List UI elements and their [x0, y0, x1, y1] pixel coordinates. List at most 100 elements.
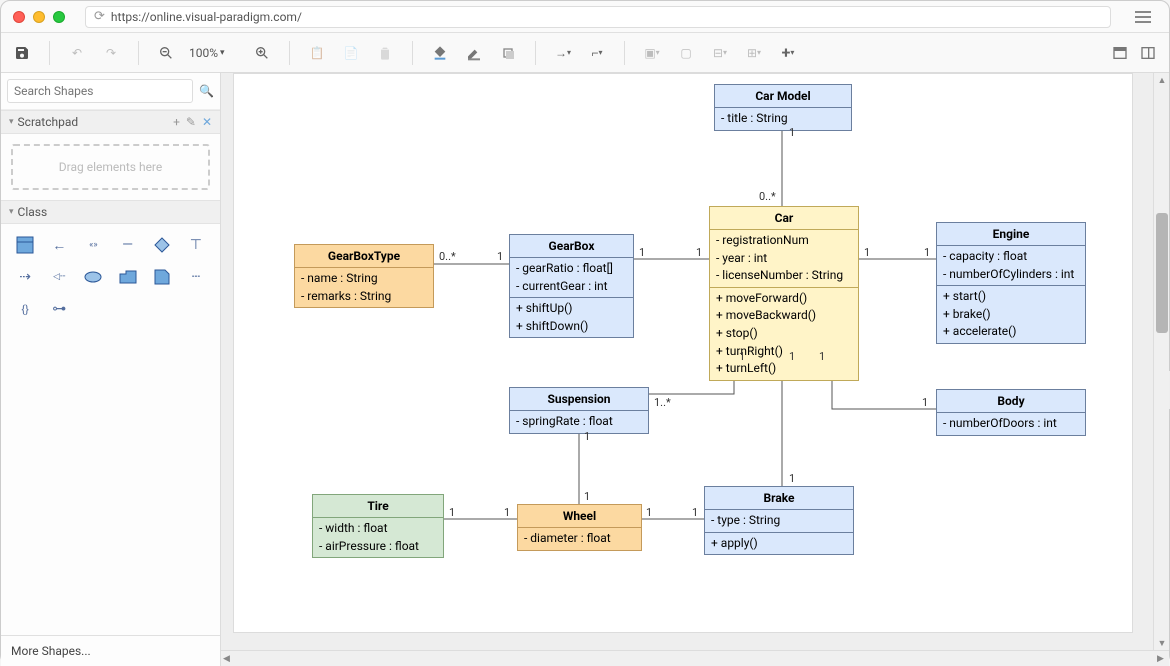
- search-icon[interactable]: 🔍: [199, 84, 214, 98]
- class-attr: - numberOfDoors : int: [943, 415, 1079, 433]
- class-attr: - name : String: [301, 270, 427, 288]
- hamburger-menu-icon[interactable]: [1129, 6, 1157, 28]
- shape-class[interactable]: [11, 232, 39, 258]
- multiplicity-label: 1: [646, 506, 652, 519]
- canvas-area[interactable]: Car Model - title : String Car - registr…: [221, 73, 1169, 666]
- multiplicity-label: 1: [692, 506, 698, 519]
- shape-interface[interactable]: «»: [79, 232, 107, 258]
- add-button[interactable]: +▾: [777, 42, 799, 64]
- shape-package[interactable]: [113, 264, 141, 290]
- scroll-down-arrow-icon[interactable]: ▼: [1157, 638, 1167, 648]
- more-shapes-label: More Shapes...: [11, 644, 91, 658]
- class-name: Body: [937, 390, 1085, 412]
- trash-icon: [377, 45, 393, 61]
- class-op: + start(): [943, 288, 1079, 306]
- scratchpad-drop-zone[interactable]: Drag elements here: [11, 144, 210, 190]
- to-back-button[interactable]: ▢: [675, 42, 697, 64]
- multiplicity-label: 1: [497, 250, 503, 263]
- zoom-level-dropdown[interactable]: 100% ▾: [189, 46, 239, 60]
- class-box-tire[interactable]: Tire - width : float - airPressure : flo…: [312, 494, 444, 558]
- shape-constraint[interactable]: {}: [11, 296, 39, 322]
- connector-style-button[interactable]: →▾: [552, 42, 574, 64]
- caret-down-icon: ▾: [9, 207, 14, 217]
- paste-button[interactable]: 📄: [340, 42, 362, 64]
- class-attr: - width : float: [319, 520, 437, 538]
- shape-association[interactable]: ←: [45, 232, 73, 258]
- shape-dashed[interactable]: ┄: [182, 264, 210, 290]
- class-attr: - licenseNumber : String: [716, 267, 852, 285]
- shape-dependency[interactable]: ⇢: [11, 264, 39, 290]
- vertical-scrollbar[interactable]: ▲ ▼: [1153, 73, 1169, 650]
- redo-button[interactable]: ↷: [100, 42, 122, 64]
- window-chrome: ⟳ https://online.visual-paradigm.com/: [1, 1, 1169, 33]
- scratchpad-add-icon[interactable]: +: [173, 115, 180, 129]
- class-box-carmodel[interactable]: Car Model - title : String: [714, 84, 852, 131]
- horizontal-scrollbar[interactable]: ◀ ▶: [221, 650, 1169, 666]
- class-box-gearbox[interactable]: GearBox - gearRatio : float[] - currentG…: [509, 234, 634, 338]
- scroll-left-arrow-icon[interactable]: ◀: [223, 654, 233, 664]
- panel-icon: [1112, 45, 1128, 61]
- delete-button[interactable]: [374, 42, 396, 64]
- minimize-window-icon[interactable]: [33, 11, 45, 23]
- scratchpad-edit-icon[interactable]: ✎: [186, 115, 196, 129]
- scratchpad-close-icon[interactable]: ✕: [202, 115, 212, 129]
- search-shapes-input[interactable]: [7, 79, 193, 103]
- fill-color-button[interactable]: [429, 42, 451, 64]
- line-color-button[interactable]: [463, 42, 485, 64]
- outline-panel-button[interactable]: [1137, 42, 1159, 64]
- pencil-icon: [466, 45, 482, 61]
- class-box-wheel[interactable]: Wheel - diameter : float: [517, 504, 642, 551]
- class-attr: - type : String: [711, 512, 847, 530]
- scratchpad-header[interactable]: ▾ Scratchpad + ✎ ✕: [1, 110, 220, 134]
- shape-lollipop[interactable]: ⊶: [45, 296, 73, 322]
- waypoint-style-button[interactable]: ⌐▾: [586, 42, 608, 64]
- shape-composition[interactable]: ⊤: [182, 232, 210, 258]
- shape-note[interactable]: [148, 264, 176, 290]
- more-shapes-link[interactable]: More Shapes...: [1, 635, 220, 666]
- align-button[interactable]: ⊟▾: [709, 42, 731, 64]
- shadow-button[interactable]: [497, 42, 519, 64]
- multiplicity-label: 1: [789, 126, 795, 139]
- scroll-thumb[interactable]: [1156, 213, 1168, 333]
- shape-line[interactable]: —: [113, 232, 141, 258]
- shape-aggregation[interactable]: [148, 232, 176, 258]
- zoom-out-button[interactable]: [155, 42, 177, 64]
- class-box-gearboxtype[interactable]: GearBoxType - name : String - remarks : …: [294, 244, 434, 308]
- class-panel-header[interactable]: ▾ Class: [1, 200, 220, 224]
- shape-realization[interactable]: ◁╌: [45, 264, 73, 290]
- close-window-icon[interactable]: [13, 11, 25, 23]
- class-attr: - numberOfCylinders : int: [943, 266, 1079, 284]
- multiplicity-label: 1: [639, 246, 645, 259]
- left-panel: 🔍 ▾ Scratchpad + ✎ ✕ Drag elements here …: [1, 73, 221, 666]
- class-title: Class: [18, 205, 48, 219]
- shape-usecase[interactable]: [79, 264, 107, 290]
- class-attr: - year : int: [716, 250, 852, 268]
- format-panel-button[interactable]: [1109, 42, 1131, 64]
- save-button[interactable]: [11, 42, 33, 64]
- canvas-page[interactable]: Car Model - title : String Car - registr…: [233, 73, 1133, 633]
- to-front-button[interactable]: ▣▾: [641, 42, 663, 64]
- class-box-suspension[interactable]: Suspension - springRate : float: [509, 387, 649, 434]
- multiplicity-label: 0..*: [439, 250, 456, 263]
- undo-button[interactable]: ↶: [66, 42, 88, 64]
- class-op: + moveBackward(): [716, 307, 852, 325]
- class-box-body[interactable]: Body - numberOfDoors : int: [936, 389, 1086, 436]
- url-bar[interactable]: ⟳ https://online.visual-paradigm.com/: [85, 6, 1111, 28]
- distribute-button[interactable]: ⊞▾: [743, 42, 765, 64]
- shadow-icon: [500, 45, 516, 61]
- class-box-brake[interactable]: Brake - type : String + apply(): [704, 486, 854, 555]
- scroll-up-arrow-icon[interactable]: ▲: [1157, 75, 1167, 85]
- reload-icon[interactable]: ⟳: [94, 9, 105, 24]
- class-name: Tire: [313, 495, 443, 517]
- multiplicity-label: 1: [504, 506, 510, 519]
- zoom-in-button[interactable]: [251, 42, 273, 64]
- maximize-window-icon[interactable]: [53, 11, 65, 23]
- multiplicity-label: 1..*: [654, 396, 671, 409]
- scroll-right-arrow-icon[interactable]: ▶: [1157, 654, 1167, 664]
- class-box-engine[interactable]: Engine - capacity : float - numberOfCyli…: [936, 222, 1086, 344]
- copy-button[interactable]: 📋: [306, 42, 328, 64]
- class-op: + brake(): [943, 306, 1079, 324]
- class-op: + apply(): [711, 535, 847, 553]
- class-attr: - diameter : float: [524, 530, 635, 548]
- class-box-car[interactable]: Car - registrationNum - year : int - lic…: [709, 206, 859, 381]
